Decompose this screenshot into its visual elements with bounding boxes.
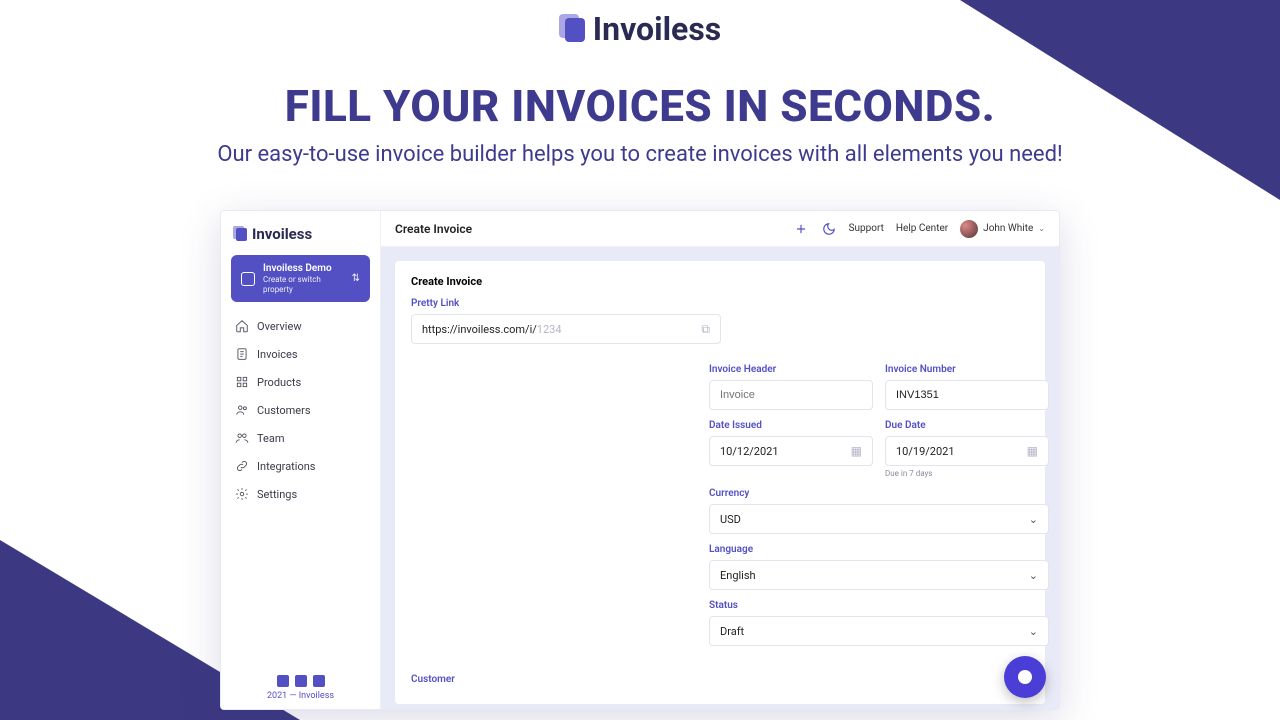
sidebar-brand-name: Invoiless [252, 225, 312, 243]
help-center-link[interactable]: Help Center [896, 223, 948, 234]
logo-icon [559, 14, 585, 44]
calendar-icon[interactable]: ▦ [851, 444, 862, 458]
team-icon [235, 431, 249, 445]
users-icon [235, 403, 249, 417]
linkedin-icon[interactable] [313, 675, 325, 687]
calendar-icon[interactable]: ▦ [1027, 444, 1038, 458]
sidebar-item-team[interactable]: Team [231, 424, 370, 452]
nav-label: Invoices [257, 348, 298, 361]
pretty-link-placeholder: 1234 [537, 323, 562, 336]
pretty-link-input[interactable]: https://invoiless.com/i/1234 ⧉ [411, 314, 721, 344]
chat-icon [1018, 670, 1032, 684]
chevron-down-icon: ⌄ [1038, 224, 1045, 233]
cube-icon [241, 272, 255, 286]
due-hint: Due in 7 days [885, 469, 1049, 478]
invoice-number-input[interactable] [885, 380, 1049, 410]
date-issued-input[interactable]: 10/12/2021 ▦ [709, 436, 873, 466]
copy-icon[interactable]: ⧉ [701, 322, 710, 337]
status-label: Status [709, 600, 1049, 611]
invoice-number-field[interactable] [896, 389, 1038, 401]
sidebar-item-products[interactable]: Products [231, 368, 370, 396]
link-icon [235, 459, 249, 473]
dark-mode-toggle[interactable] [821, 221, 837, 237]
status-select[interactable]: Draft ⌄ [709, 616, 1049, 646]
grid-icon [235, 375, 249, 389]
chevron-down-icon: ⌄ [1029, 513, 1038, 526]
language-value: English [720, 569, 756, 582]
hero-subhead: Our easy-to-use invoice builder helps yo… [0, 142, 1280, 167]
app-window: Invoiless Invoiless Demo Create or switc… [220, 210, 1060, 710]
date-issued-label: Date Issued [709, 420, 873, 431]
facebook-icon[interactable] [295, 675, 307, 687]
due-date-value: 10/19/2021 [896, 445, 955, 458]
currency-select[interactable]: USD ⌄ [709, 504, 1049, 534]
sidebar-nav: Overview Invoices Products Customers Tea… [231, 312, 370, 508]
invoice-form-card: Create Invoice Pretty Link https://invoi… [395, 261, 1045, 704]
card-title: Create Invoice [411, 275, 1029, 288]
add-button[interactable] [793, 221, 809, 237]
chevron-down-icon: ⌄ [1029, 569, 1038, 582]
twitter-icon[interactable] [277, 675, 289, 687]
status-value: Draft [720, 625, 744, 638]
property-switcher[interactable]: Invoiless Demo Create or switch property… [231, 255, 370, 302]
nav-label: Overview [257, 320, 302, 333]
page-title: Create Invoice [395, 222, 472, 236]
nav-label: Customers [257, 404, 311, 417]
nav-label: Settings [257, 488, 297, 501]
user-name: John White [983, 223, 1033, 234]
currency-label: Currency [709, 488, 1049, 499]
updown-icon: ⇅ [352, 273, 360, 284]
sidebar-item-invoices[interactable]: Invoices [231, 340, 370, 368]
invoice-icon [235, 347, 249, 361]
support-link[interactable]: Support [849, 223, 884, 234]
nav-label: Products [257, 376, 301, 389]
gear-icon [235, 487, 249, 501]
invoice-number-label: Invoice Number [885, 364, 1049, 375]
sidebar-item-customers[interactable]: Customers [231, 396, 370, 424]
currency-value: USD [720, 513, 741, 526]
logo-icon [233, 226, 247, 242]
switcher-subtitle: Create or switch property [263, 275, 344, 294]
avatar [960, 220, 978, 238]
customer-label: Customer [411, 674, 1029, 685]
pretty-link-prefix: https://invoiless.com/i/ [422, 323, 537, 336]
switcher-title: Invoiless Demo [263, 263, 344, 275]
sidebar-brand: Invoiless [231, 223, 370, 255]
topbar: Create Invoice Support Help Center John … [381, 211, 1059, 247]
social-links [231, 675, 370, 687]
user-menu[interactable]: John White ⌄ [960, 220, 1045, 238]
invoice-header-label: Invoice Header [709, 364, 873, 375]
sidebar-item-integrations[interactable]: Integrations [231, 452, 370, 480]
due-date-label: Due Date [885, 420, 1049, 431]
nav-label: Integrations [257, 460, 315, 473]
date-issued-value: 10/12/2021 [720, 445, 779, 458]
chevron-down-icon: ⌄ [1029, 625, 1038, 638]
sidebar-item-settings[interactable]: Settings [231, 480, 370, 508]
footer-text: 2021 — Invoiless [231, 691, 370, 701]
nav-label: Team [257, 432, 285, 445]
sidebar-item-overview[interactable]: Overview [231, 312, 370, 340]
content-area: Create Invoice Pretty Link https://invoi… [381, 247, 1059, 709]
language-select[interactable]: English ⌄ [709, 560, 1049, 590]
hero-headline: FILL YOUR INVOICES IN SECONDS. [0, 80, 1280, 132]
pretty-link-label: Pretty Link [411, 298, 721, 309]
language-label: Language [709, 544, 1049, 555]
brand-name: Invoiless [593, 10, 721, 48]
invoice-header-input[interactable] [709, 380, 873, 410]
chat-widget[interactable] [1004, 656, 1046, 698]
due-date-input[interactable]: 10/19/2021 ▦ [885, 436, 1049, 466]
sidebar: Invoiless Invoiless Demo Create or switc… [221, 211, 381, 709]
home-icon [235, 319, 249, 333]
invoice-header-field[interactable] [720, 389, 862, 401]
brand-logo: Invoiless [559, 10, 721, 48]
